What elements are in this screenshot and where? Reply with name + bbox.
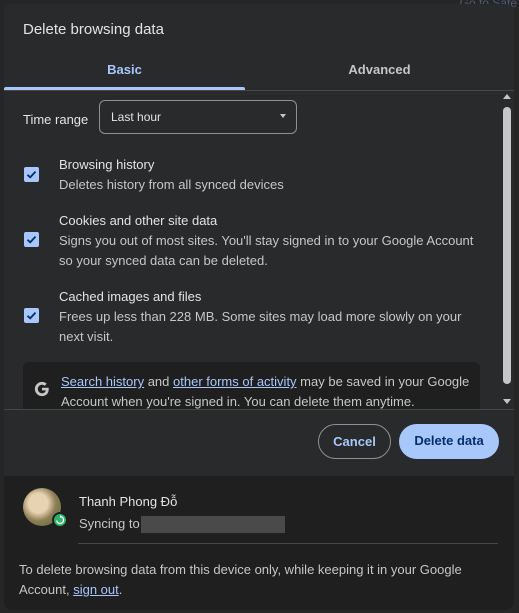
divider <box>4 409 514 410</box>
footer-text: To delete browsing data from this device… <box>19 560 489 600</box>
cached-images-checkbox[interactable] <box>24 308 39 323</box>
checkmark-icon <box>26 170 37 179</box>
other-activity-link[interactable]: other forms of activity <box>173 374 297 389</box>
options-scroll-area[interactable]: Time range Last hour Browsing history De… <box>4 91 514 409</box>
account-section: Thanh Phong Đỗ Syncing to To delete brow… <box>4 476 514 610</box>
sync-icon <box>55 515 65 525</box>
tab-bar: Basic Advanced <box>4 54 514 91</box>
scroll-down-arrow-icon[interactable] <box>503 399 511 404</box>
option-title: Browsing history <box>59 157 155 172</box>
option-description: Frees up less than 228 MB. Some sites ma… <box>59 309 462 344</box>
option-description: Deletes history from all synced devices <box>59 177 284 192</box>
scroll-up-arrow-icon[interactable] <box>503 94 511 99</box>
option-title: Cached images and files <box>59 289 202 304</box>
tab-advanced[interactable]: Advanced <box>245 54 514 88</box>
option-cached-images: Cached images and files Frees up less th… <box>4 287 494 357</box>
info-connector: and <box>144 374 174 389</box>
option-browsing-history: Browsing history Deletes history from al… <box>4 155 494 205</box>
sync-badge <box>52 512 68 528</box>
delete-browsing-data-dialog: Delete browsing data Basic Advanced Time… <box>4 4 514 610</box>
info-text: Search history and other forms of activi… <box>61 372 476 409</box>
checkmark-icon <box>26 311 37 320</box>
search-history-link[interactable]: Search history <box>61 374 144 389</box>
time-range-label: Time range <box>23 112 89 127</box>
option-description: Signs you out of most sites. You'll stay… <box>59 233 474 268</box>
dropdown-caret-icon <box>280 114 286 118</box>
cookies-checkbox[interactable] <box>24 232 39 247</box>
option-title: Cookies and other site data <box>59 213 218 228</box>
sync-status: Syncing to <box>79 516 140 531</box>
browsing-history-checkbox[interactable] <box>24 167 39 182</box>
redacted-email <box>141 516 285 533</box>
time-range-value: Last hour <box>111 110 162 124</box>
divider <box>78 543 498 544</box>
scrollbar-thumb[interactable] <box>503 107 511 384</box>
option-cookies: Cookies and other site data Signs you ou… <box>4 211 494 281</box>
account-name: Thanh Phong Đỗ <box>79 494 178 509</box>
time-range-select[interactable]: Last hour <box>99 100 297 134</box>
tab-basic[interactable]: Basic <box>4 54 245 90</box>
sign-out-link[interactable]: sign out <box>73 582 119 597</box>
footer-end: . <box>118 582 123 597</box>
checkmark-icon <box>26 235 37 244</box>
delete-data-button[interactable]: Delete data <box>399 424 499 459</box>
google-g-icon <box>34 381 49 397</box>
google-activity-info: Search history and other forms of activi… <box>23 362 480 409</box>
dialog-title: Delete browsing data <box>23 21 164 38</box>
cancel-button[interactable]: Cancel <box>318 424 391 459</box>
